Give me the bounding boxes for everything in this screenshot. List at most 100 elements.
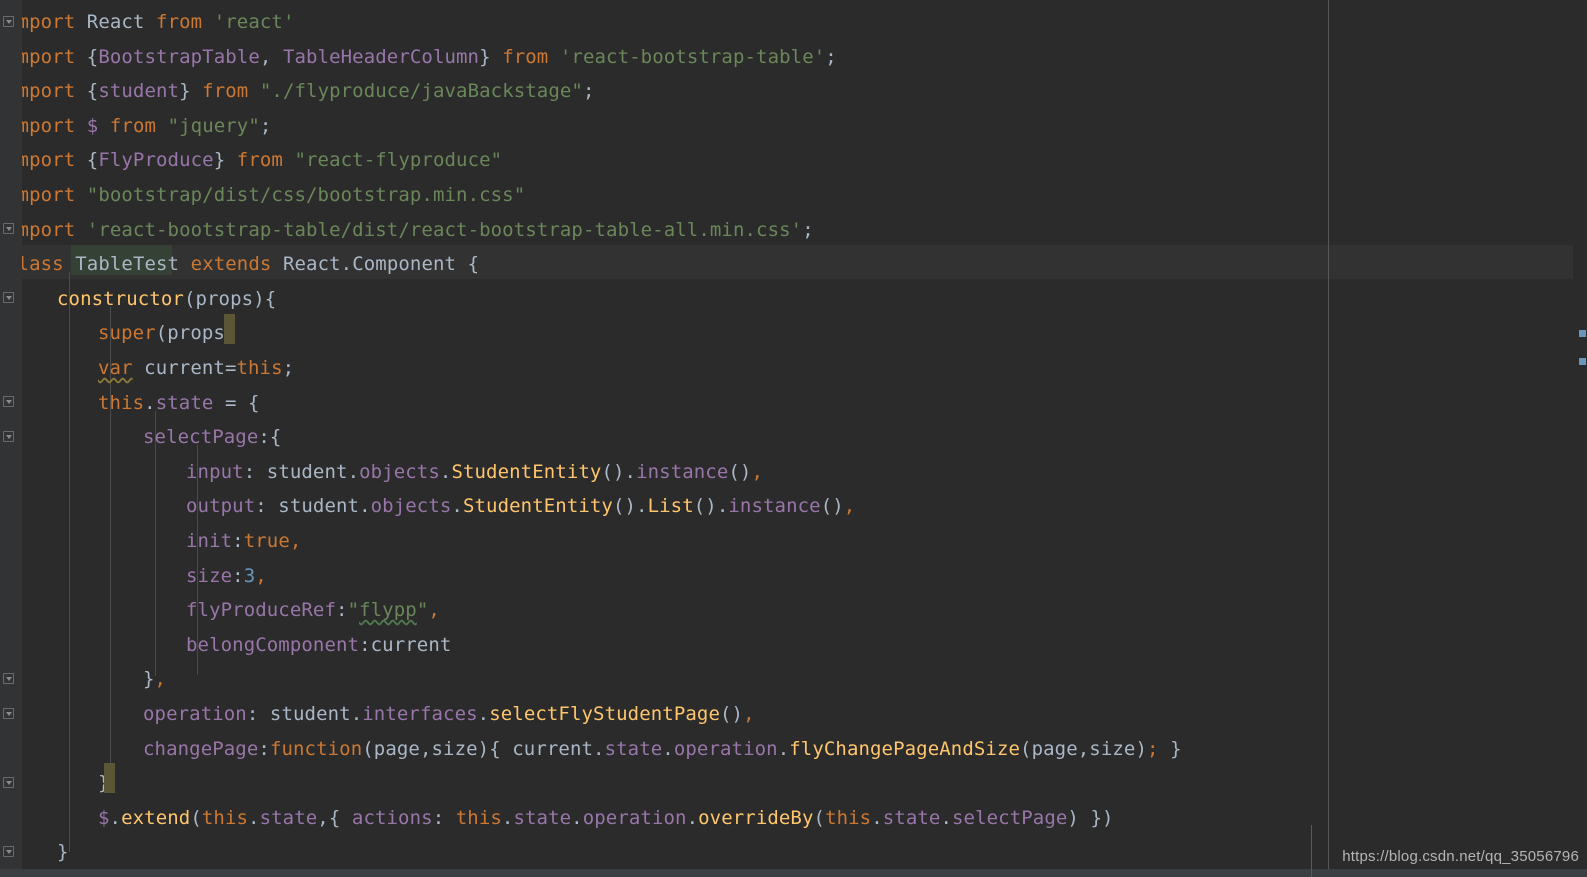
code-token: : xyxy=(336,599,348,622)
code-fold-icon[interactable] xyxy=(3,673,14,684)
stripe-marker-1[interactable] xyxy=(1579,330,1586,337)
code-line[interactable]: $.extend(this.state,{ actions: this.stat… xyxy=(0,801,1114,836)
code-token: . xyxy=(501,806,514,829)
code-line[interactable]: import $ from "jquery"; xyxy=(0,109,271,144)
code-token: operation xyxy=(582,806,687,829)
code-token: () xyxy=(820,495,844,518)
code-token: state xyxy=(155,391,214,414)
editor-gutter[interactable] xyxy=(0,0,22,877)
code-line[interactable]: input: student.objects.StudentEntity().i… xyxy=(0,455,763,490)
code-token: ; xyxy=(582,80,595,103)
code-line[interactable]: selectPage:{ xyxy=(0,420,281,455)
code-token: :current xyxy=(359,633,452,656)
code-token: extends xyxy=(190,253,272,276)
code-line[interactable]: import 'react-bootstrap-table/dist/react… xyxy=(0,213,814,248)
code-line[interactable]: var current=this; xyxy=(0,351,294,386)
code-token: this xyxy=(98,391,145,414)
code-line[interactable]: class TableTest extends React.Component … xyxy=(0,247,479,282)
code-fold-icon[interactable] xyxy=(3,777,14,788)
code-token: . xyxy=(662,737,674,760)
code-token: , xyxy=(289,530,302,552)
code-token: . xyxy=(439,460,452,483)
stripe-marker-2[interactable] xyxy=(1579,358,1586,365)
code-token: , xyxy=(154,668,167,691)
code-token: belongComponent xyxy=(186,633,360,656)
error-stripe-marker-strip[interactable] xyxy=(1573,0,1587,877)
code-token: objects xyxy=(370,495,452,518)
code-line[interactable]: import {BootstrapTable, TableHeaderColum… xyxy=(0,40,837,75)
code-token: output xyxy=(186,495,256,518)
code-token: . xyxy=(350,703,363,725)
code-line[interactable]: output: student.objects.StudentEntity().… xyxy=(0,489,855,524)
code-line[interactable]: import React from 'react' xyxy=(0,5,295,40)
code-token: (). xyxy=(612,495,648,518)
code-token: , xyxy=(428,599,440,622)
code-line[interactable]: flyProduceRef:"flypp", xyxy=(0,593,440,628)
code-line[interactable]: size:3, xyxy=(0,559,267,594)
code-token: 'react' xyxy=(213,11,295,33)
code-token: $ xyxy=(86,114,99,137)
code-line[interactable]: this.state = { xyxy=(0,386,260,421)
code-token: selectPage xyxy=(143,426,259,449)
code-token: , xyxy=(743,703,755,725)
code-token: : xyxy=(258,737,270,760)
code-token: this xyxy=(236,357,283,379)
code-line[interactable]: init:true, xyxy=(0,524,301,559)
code-fold-icon[interactable] xyxy=(3,292,14,303)
code-token: 'react-bootstrap-table/dist/react-bootst… xyxy=(86,218,803,241)
code-line[interactable]: import "bootstrap/dist/css/bootstrap.min… xyxy=(0,178,525,213)
code-text-area[interactable]: import React from 'react' import {Bootstr… xyxy=(0,0,1587,877)
code-line[interactable]: }, xyxy=(0,662,166,697)
code-token: . xyxy=(871,806,883,829)
code-fold-icon[interactable] xyxy=(3,431,14,442)
code-fold-icon[interactable] xyxy=(3,396,14,407)
code-line[interactable]: belongComponent:current xyxy=(0,628,451,663)
code-token: , xyxy=(259,45,283,68)
code-token: } xyxy=(479,45,503,68)
code-token: current xyxy=(132,357,225,379)
code-token: FlyProduce xyxy=(98,149,214,172)
code-token: ( xyxy=(362,737,374,760)
code-token: } xyxy=(213,149,237,172)
code-fold-icon[interactable] xyxy=(3,223,14,234)
code-line[interactable]: import {FlyProduce} from "react-flyprodu… xyxy=(0,143,502,178)
code-line[interactable]: super(props) xyxy=(0,316,237,351)
code-token: , xyxy=(255,564,267,587)
code-token: BootstrapTable xyxy=(98,45,260,68)
code-token: = xyxy=(224,357,237,379)
code-token: = { xyxy=(213,391,260,414)
code-token: ; xyxy=(802,218,814,241)
code-line[interactable]: import {student} from "./flyproduce/java… xyxy=(0,74,595,109)
code-token: : xyxy=(232,564,244,587)
code-token: props xyxy=(167,322,225,345)
code-line[interactable]: changePage:function(page,size){ current.… xyxy=(0,732,1182,767)
code-token: selectPage xyxy=(952,806,1068,829)
code-fold-icon[interactable] xyxy=(3,846,14,857)
code-token: . xyxy=(777,737,790,760)
code-token: } xyxy=(1158,737,1182,760)
code-token: StudentEntity xyxy=(451,460,602,483)
code-fold-icon[interactable] xyxy=(3,708,14,719)
code-token: this xyxy=(201,806,249,829)
code-token: : student xyxy=(255,495,360,518)
code-token: : xyxy=(232,530,244,552)
code-token: ) xyxy=(1135,737,1147,760)
code-token: TableTest xyxy=(75,253,180,276)
code-token: operation xyxy=(143,703,247,725)
code-editor[interactable]: import React from 'react' import {Bootstr… xyxy=(0,0,1587,877)
code-token: flyChangePageAndSize xyxy=(789,737,1021,760)
code-token: state xyxy=(604,737,663,760)
watermark-divider xyxy=(1311,825,1312,877)
code-fold-icon[interactable] xyxy=(3,16,14,27)
code-line[interactable]: operation: student.interfaces.selectFlyS… xyxy=(0,697,755,732)
code-line[interactable]: constructor(props){ xyxy=(0,282,276,317)
code-token: : student xyxy=(246,703,351,725)
code-token: 'react-bootstrap-table' xyxy=(559,45,826,68)
